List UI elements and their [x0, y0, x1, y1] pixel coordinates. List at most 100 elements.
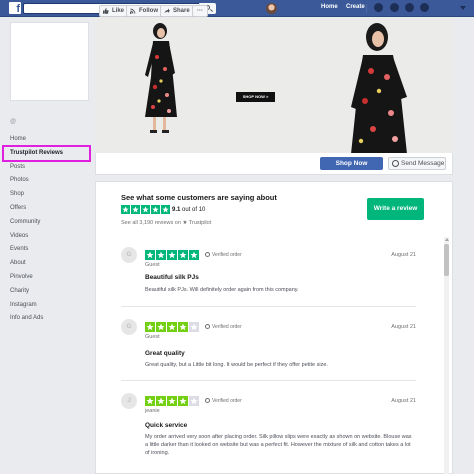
page-username-handle[interactable]: @: [10, 119, 16, 125]
star-icon: [151, 205, 160, 214]
review-body: Beautiful silk PJs. Will definitely orde…: [145, 287, 299, 293]
review-divider: [121, 306, 416, 307]
reviewer-name: Guest: [145, 334, 160, 340]
send-message-button[interactable]: Send Message: [388, 157, 446, 170]
star-icon: [167, 250, 177, 260]
review-date: August 21: [391, 398, 416, 404]
sidebar-item-instagram[interactable]: Instagram: [10, 301, 90, 315]
sidebar-item-offers[interactable]: Offers: [10, 204, 90, 218]
check-circle-icon: [205, 252, 210, 257]
rss-follow-icon: [130, 8, 136, 14]
scrollbar-thumb[interactable]: [444, 244, 449, 276]
trustpilot-review-count[interactable]: See all 3,190 reviews on ★ Trustpilot: [121, 220, 211, 226]
thumbs-up-icon: [103, 8, 109, 14]
sidebar-item-photos[interactable]: Photos: [10, 176, 90, 190]
send-message-label: Send Message: [401, 160, 445, 167]
friends-icon[interactable]: [374, 3, 383, 12]
star-icon: [189, 250, 199, 260]
notifications-icon[interactable]: [405, 3, 414, 12]
review-stars: [145, 322, 200, 334]
profile-avatar[interactable]: [266, 3, 277, 14]
star-icon: [178, 250, 188, 260]
sidebar-item-posts[interactable]: Posts: [10, 163, 90, 177]
sidebar-item-videos[interactable]: Videos: [10, 232, 90, 246]
follow-label: Follow: [139, 8, 158, 14]
follow-button[interactable]: Follow: [126, 5, 162, 17]
shop-now-button[interactable]: Shop Now: [320, 157, 383, 170]
star-icon: [178, 322, 188, 332]
scroll-up-arrow-icon[interactable]: [445, 238, 449, 241]
more-options-button[interactable]: ···: [192, 5, 208, 17]
page-profile-picture[interactable]: [10, 22, 89, 101]
verified-order-badge: Verified order: [205, 252, 242, 258]
sidebar-item-community[interactable]: Community: [10, 218, 90, 232]
messenger-icon[interactable]: [390, 3, 399, 12]
share-label: Share: [173, 8, 190, 14]
review-title: Great quality: [145, 350, 185, 357]
verified-order-badge: Verified order: [205, 324, 242, 330]
star-icon: [121, 205, 130, 214]
help-icon[interactable]: [420, 3, 429, 12]
review-date: August 21: [391, 252, 416, 258]
share-arrow-icon: [164, 8, 170, 13]
like-label: Like: [112, 8, 125, 14]
star-icon: [167, 322, 177, 332]
nav-divider: [366, 4, 367, 13]
reviewer-avatar: J: [121, 393, 137, 409]
sidebar-item-pinvolve[interactable]: Pinvolve: [10, 273, 90, 287]
review-stars: [145, 396, 200, 408]
review-title: Beautiful silk PJs: [145, 274, 199, 281]
cover-models-image: [145, 23, 407, 154]
sidebar-item-events[interactable]: Events: [10, 245, 90, 259]
cover-shop-now-button[interactable]: SHOP NOW >: [236, 92, 275, 102]
trustpilot-rating-stars: [121, 205, 171, 216]
star-icon: [167, 396, 177, 406]
reviewer-name: Guest: [145, 262, 160, 268]
verified-order-label: Verified order: [212, 324, 242, 330]
cover-photo[interactable]: [95, 17, 453, 154]
review-title: Quick service: [145, 422, 188, 429]
review-body: My order arrived very soon after placing…: [145, 434, 412, 456]
facebook-logo-icon[interactable]: f: [9, 2, 21, 14]
star-icon: [145, 396, 155, 406]
nav-home-link[interactable]: Home: [321, 4, 338, 10]
review-divider: [121, 380, 416, 381]
check-circle-icon: [205, 324, 210, 329]
share-button[interactable]: Share: [160, 5, 194, 17]
star-icon: [156, 250, 166, 260]
review-count-text: See all 3,190 reviews on: [121, 220, 181, 226]
star-icon: [156, 396, 166, 406]
reviewer-avatar: G: [121, 247, 137, 263]
trustpilot-headline: See what some customers are saying about: [121, 193, 277, 202]
verified-order-label: Verified order: [212, 252, 242, 258]
star-icon: [189, 322, 199, 332]
star-icon: [131, 205, 140, 214]
review-item: G Verified order August 21 Guest Beautif…: [121, 247, 416, 307]
trustpilot-brand: Trustpilot: [188, 220, 212, 226]
score-suffix: out of 10: [182, 207, 206, 213]
review-stars: [145, 250, 200, 262]
sidebar-item-about[interactable]: About: [10, 259, 90, 273]
verified-order-badge: Verified order: [205, 398, 242, 404]
star-icon: [156, 322, 166, 332]
score-value: 9.1: [172, 207, 181, 213]
like-button[interactable]: Like: [99, 5, 129, 17]
sidebar-item-shop[interactable]: Shop: [10, 190, 90, 204]
check-circle-icon: [205, 398, 210, 403]
highlight-annotation-box: [2, 145, 91, 162]
sidebar-item-info-and-ads[interactable]: Info and Ads: [10, 314, 90, 328]
trustpilot-score: 9.1 out of 10: [172, 207, 205, 213]
star-icon: [145, 322, 155, 332]
reviewer-name: jeanie: [145, 408, 160, 414]
review-body: Great quality, but a Little bit long. It…: [145, 362, 328, 368]
write-review-button[interactable]: Write a review: [367, 198, 424, 220]
nav-create-link[interactable]: Create: [346, 4, 365, 10]
star-icon: [161, 205, 170, 214]
account-menu-chevron-down-icon[interactable]: [460, 6, 466, 10]
star-icon: [141, 205, 150, 214]
sidebar-item-charity[interactable]: Charity: [10, 287, 90, 301]
star-icon: [178, 396, 188, 406]
trustpilot-logo-icon: ★ Trustpilot: [182, 220, 212, 226]
review-date: August 21: [391, 324, 416, 330]
verified-order-label: Verified order: [212, 398, 242, 404]
